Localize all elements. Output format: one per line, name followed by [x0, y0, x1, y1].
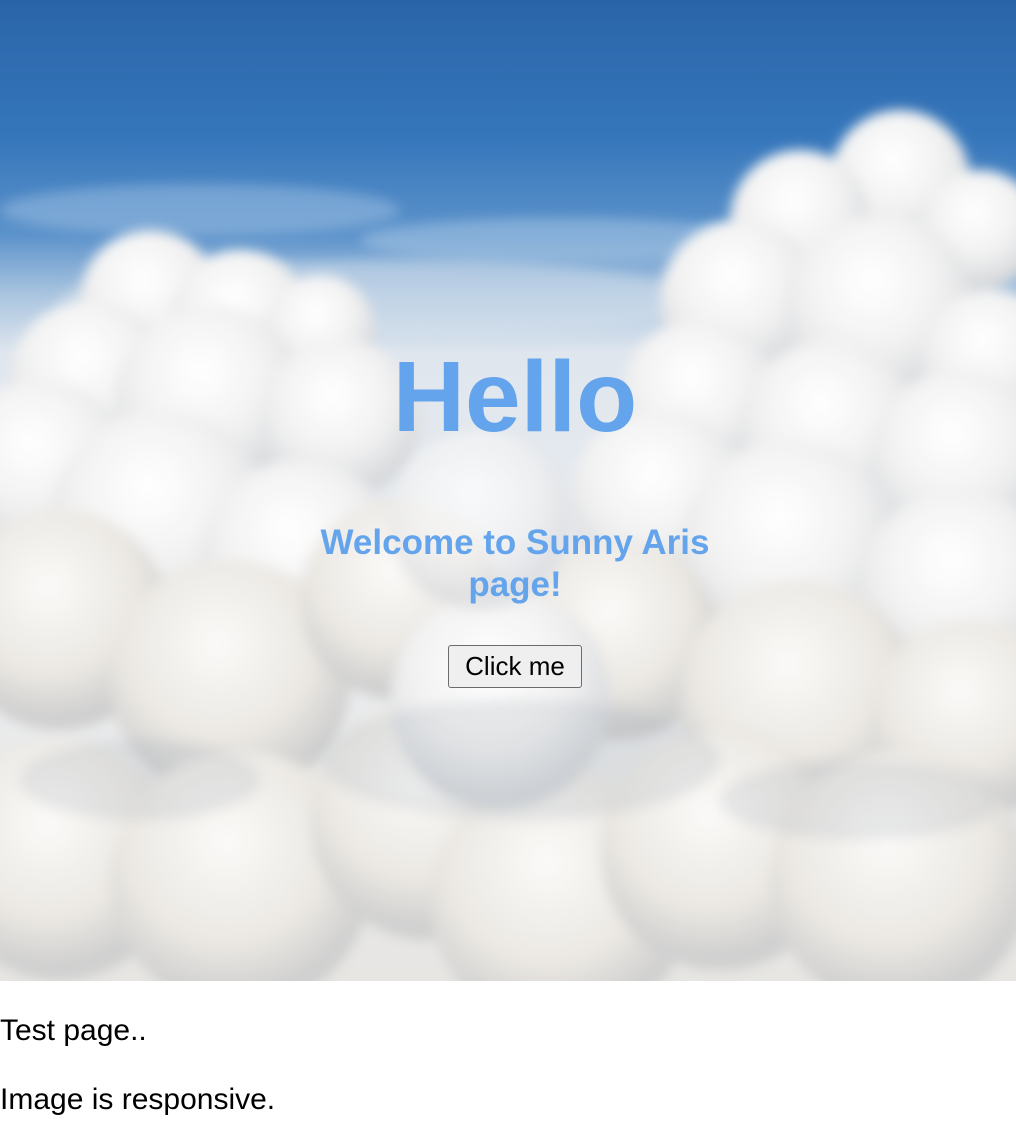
- hero-content: Hello Welcome to Sunny Aris page! Click …: [0, 0, 1016, 981]
- page-text: Test page.. Image is responsive.: [0, 981, 1016, 1120]
- hero-section: Hello Welcome to Sunny Aris page! Click …: [0, 0, 1016, 981]
- hero-title: Hello: [392, 341, 638, 453]
- hero-subtitle: Welcome to Sunny Aris page!: [320, 523, 710, 604]
- paragraph-test-page: Test page..: [0, 1014, 147, 1047]
- click-me-button[interactable]: Click me: [448, 645, 582, 688]
- paragraph-image-responsive: Image is responsive.: [0, 1083, 276, 1116]
